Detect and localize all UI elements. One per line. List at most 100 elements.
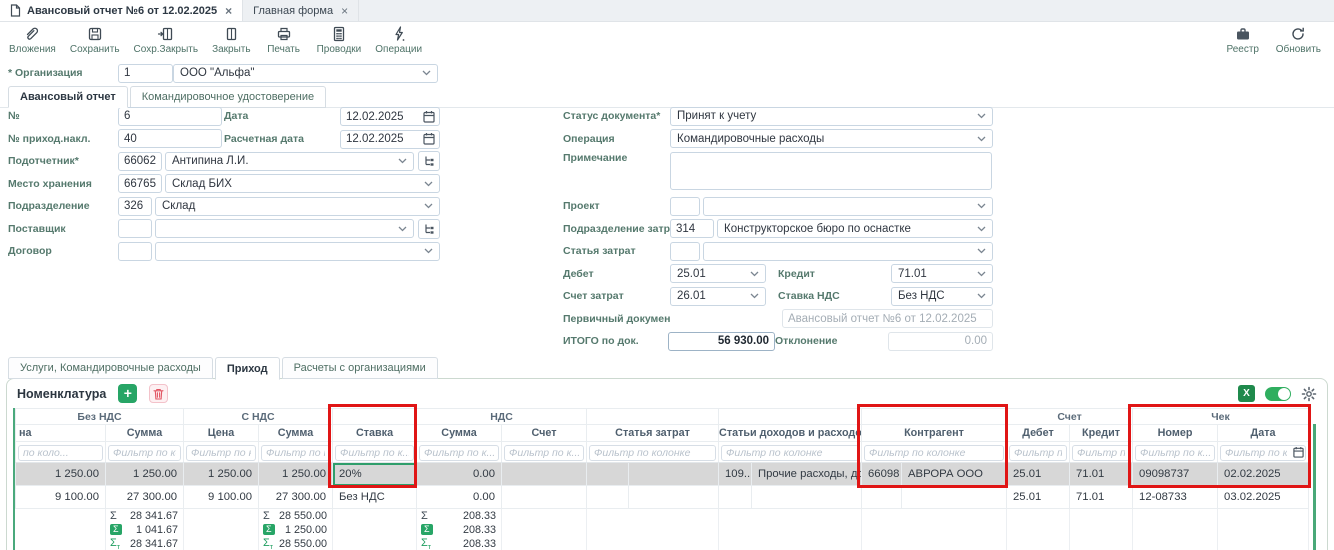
cell-rate[interactable]: 20% [333,463,417,486]
calendar-icon[interactable] [423,110,435,123]
cell-cost-item-name[interactable] [629,486,719,509]
col-vat-sum[interactable]: Сумма [417,425,502,442]
filter-input[interactable] [504,445,584,461]
cell-counterparty-code[interactable] [862,486,902,509]
cell-income-expense-name[interactable]: Прочие расходы, дохо... [752,463,862,486]
tab-advance-report-form[interactable]: Авансовый отчет [8,86,128,108]
col-income-expense[interactable]: Статьи доходов и расходов [719,425,862,442]
cell-sum-no-vat[interactable]: 27 300.00 [106,486,184,509]
vat-rate-combo[interactable]: Без НДС [891,287,993,306]
table-row[interactable]: 1 250.00 1 250.00 1 250.00 1 250.00 20% … [16,463,1309,486]
close-button[interactable]: Закрыть [205,22,258,59]
filter-toggle[interactable] [1265,387,1291,401]
cell-debit[interactable]: 25.01 [1007,486,1070,509]
filter-input[interactable] [186,445,256,461]
cell-credit[interactable]: 71.01 [1070,463,1133,486]
save-close-button[interactable]: Сохр.Закрыть [127,22,206,59]
close-icon[interactable]: × [341,4,348,18]
organization-combo[interactable]: ООО "Альфа" [173,64,438,83]
cell-price-no-vat[interactable]: 9 100.00 [16,486,106,509]
cell-price-vat[interactable]: 1 250.00 [184,463,259,486]
cell-vat-account[interactable] [502,463,587,486]
col-credit[interactable]: Кредит [1070,425,1133,442]
col-number[interactable]: Номер [1133,425,1218,442]
operation-combo[interactable]: Командировочные расходы [670,129,993,148]
col-rate[interactable]: Ставка [333,425,417,442]
cell-check-date[interactable]: 03.02.2025 [1218,486,1309,509]
accountable-code-input[interactable] [118,152,162,171]
gear-icon[interactable] [1301,386,1317,402]
cell-check-number[interactable]: 12-08733 [1133,486,1218,509]
attachments-button[interactable]: Вложения [2,22,63,59]
col-date[interactable]: Дата [1218,425,1309,442]
refresh-button[interactable]: Обновить [1269,22,1328,59]
filter-input[interactable] [18,445,103,461]
filter-input[interactable] [419,445,499,461]
cell-sum-vat[interactable]: 27 300.00 [259,486,333,509]
filter-input[interactable] [1135,445,1215,461]
cell-counterparty-name[interactable] [902,486,1007,509]
number-input[interactable] [118,107,222,126]
calendar-icon[interactable] [1293,446,1304,458]
cell-check-number[interactable]: 09098737 [1133,463,1218,486]
close-icon[interactable]: × [225,4,232,18]
project-combo[interactable] [703,197,993,216]
cell-rate[interactable]: Без НДС [333,486,417,509]
tab-income[interactable]: Приход [215,357,280,380]
department-code-input[interactable] [118,197,152,216]
vertical-scrollbar[interactable] [1313,424,1316,550]
supplier-code-input[interactable] [118,219,152,238]
hierarchy-button[interactable] [418,151,440,171]
tab-settlements[interactable]: Расчеты с организациями [282,357,438,379]
operations-button[interactable]: Операции [368,22,429,59]
cost-item-combo[interactable] [703,242,993,261]
supplier-combo[interactable] [155,219,414,238]
credit-combo[interactable]: 71.01 [891,264,993,283]
filter-input[interactable] [108,445,181,461]
cost-account-combo[interactable]: 26.01 [670,287,766,306]
tab-advance-report[interactable]: Авансовый отчет №6 от 12.02.2025 × [0,0,243,21]
cell-credit[interactable]: 71.01 [1070,486,1133,509]
project-code-input[interactable] [670,197,700,216]
debit-combo[interactable]: 25.01 [670,264,766,283]
cell-debit[interactable]: 25.01 [1007,463,1070,486]
contract-combo[interactable] [155,242,440,261]
calendar-icon[interactable] [423,132,435,145]
invoice-number-input[interactable] [118,129,222,148]
excel-export-button[interactable]: X [1238,385,1255,402]
cell-vat-sum[interactable]: 0.00 [417,463,502,486]
total-input[interactable] [668,332,775,351]
storage-combo[interactable]: Склад БИХ [165,174,440,193]
cell-price-vat[interactable]: 9 100.00 [184,486,259,509]
col-cost-item[interactable]: Статья затрат [587,425,719,442]
cell-sum-no-vat[interactable]: 1 250.00 [106,463,184,486]
cell-check-date[interactable]: 02.02.2025 [1218,463,1309,486]
storage-code-input[interactable] [118,174,162,193]
cell-vat-sum[interactable]: 0.00 [417,486,502,509]
col-price-vat[interactable]: Цена [184,425,259,442]
col-sum-vat[interactable]: Сумма [259,425,333,442]
accountable-combo[interactable]: Антипина Л.И. [165,152,414,171]
filter-input[interactable] [1072,445,1130,461]
col-counterparty[interactable]: Контрагент [862,425,1007,442]
tab-main-form[interactable]: Главная форма × [243,0,359,21]
filter-input[interactable] [335,445,414,461]
note-textarea[interactable] [670,152,992,190]
cell-counterparty-code[interactable]: 66098 [862,463,902,486]
col-price-truncated[interactable]: на [16,425,106,442]
cell-income-expense-code[interactable]: 109... [719,463,752,486]
cell-cost-item-code[interactable] [587,463,629,486]
filter-input[interactable] [261,445,330,461]
save-button[interactable]: Сохранить [63,22,127,59]
cell-cost-item-name[interactable] [629,463,719,486]
filter-input[interactable] [721,445,859,461]
cost-item-code-input[interactable] [670,242,700,261]
cell-income-expense-name[interactable] [752,486,862,509]
tab-services-travel[interactable]: Услуги, Командировочные расходы [8,357,213,379]
cost-department-combo[interactable]: Конструкторское бюро по оснастке [717,219,993,238]
table-row[interactable]: 9 100.00 27 300.00 9 100.00 27 300.00 Бе… [16,486,1309,509]
organization-code-input[interactable] [118,64,173,83]
filter-input[interactable] [1009,445,1067,461]
cell-sum-vat[interactable]: 1 250.00 [259,463,333,486]
col-vat-account[interactable]: Счет [502,425,587,442]
